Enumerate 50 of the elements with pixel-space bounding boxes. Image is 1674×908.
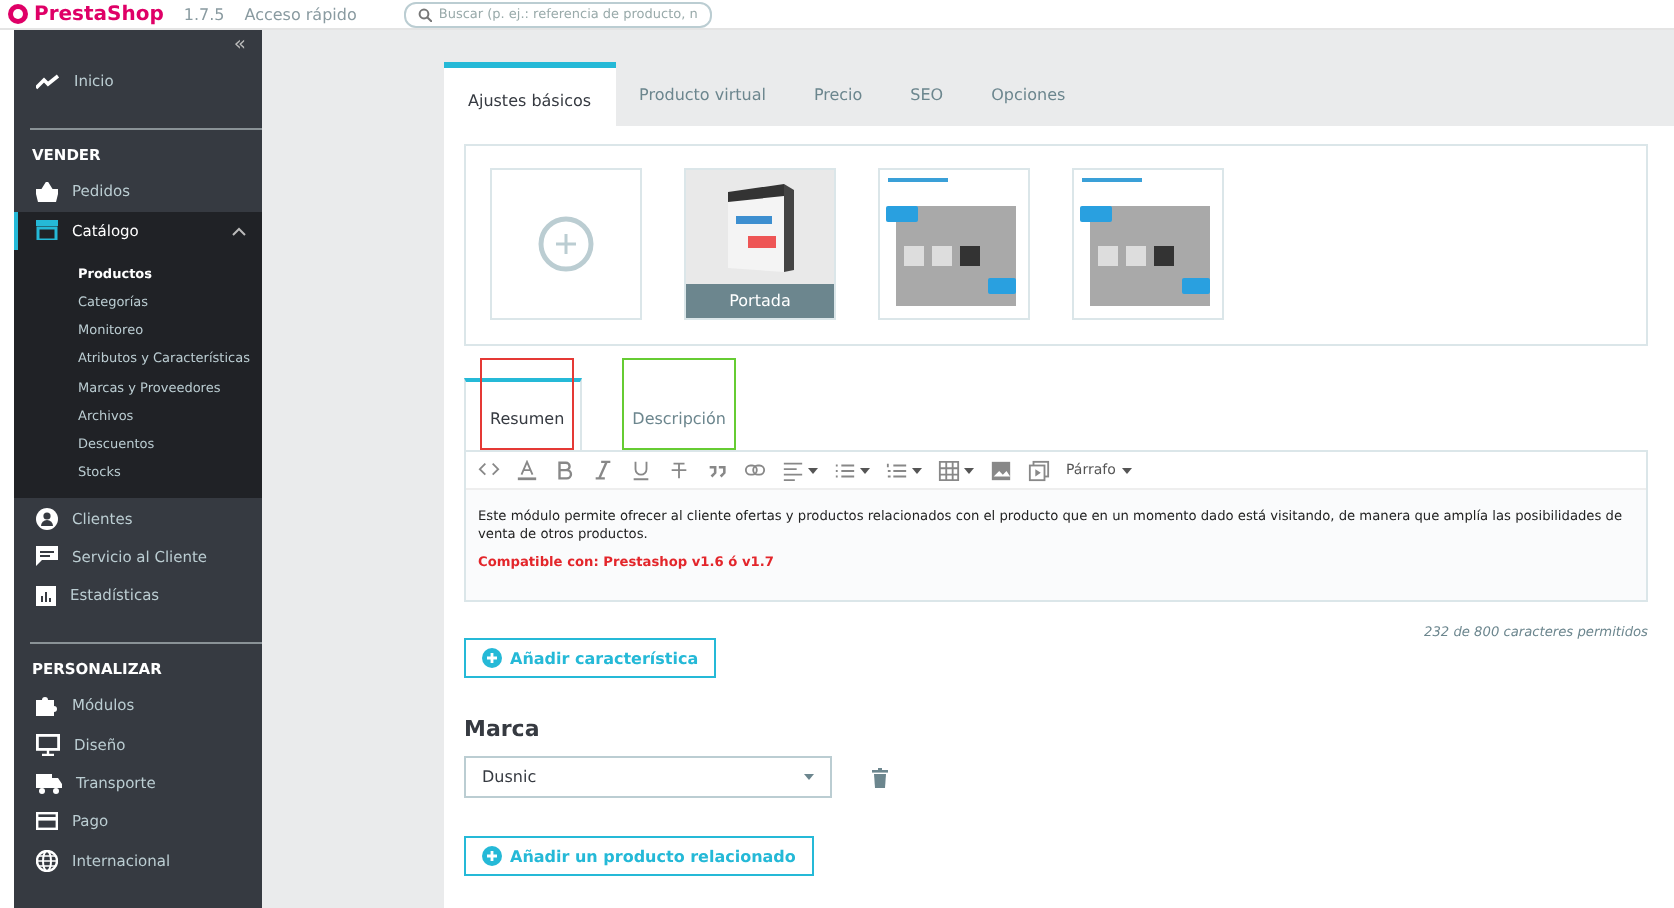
logo-text: PrestaShop (34, 3, 164, 25)
bullet-list-icon[interactable] (834, 459, 856, 481)
collapse-button[interactable]: « (233, 34, 246, 62)
caret-icon[interactable] (808, 467, 818, 473)
monitor-icon (36, 733, 60, 756)
chat-icon (36, 546, 58, 567)
screenshot-image[interactable] (878, 168, 1030, 320)
rich-text-editor[interactable] (464, 450, 1648, 602)
image-icon[interactable] (990, 459, 1012, 481)
bold-icon[interactable] (554, 459, 576, 481)
chart-icon (36, 585, 56, 606)
credit-card-icon (36, 812, 58, 831)
plus-circle-icon (538, 216, 594, 272)
basket-icon (36, 181, 58, 202)
user-icon (36, 507, 58, 530)
align-icon[interactable] (782, 459, 804, 481)
text-color-icon[interactable] (516, 459, 538, 481)
store-icon (36, 220, 58, 241)
screenshot-image[interactable] (1072, 168, 1224, 320)
globe-icon (36, 849, 58, 872)
caret-icon[interactable] (860, 467, 870, 473)
trash-icon[interactable] (872, 767, 888, 787)
cover-caption: Portada (686, 284, 834, 318)
caret-icon[interactable] (964, 467, 974, 473)
editor-tab[interactable]: Descripción (622, 358, 736, 450)
search-icon (418, 7, 433, 21)
truck-icon (36, 773, 62, 794)
brand-select[interactable]: Dusnic (464, 756, 832, 798)
italic-icon[interactable] (592, 459, 614, 481)
link-icon[interactable] (744, 459, 766, 481)
numbered-list-icon[interactable] (886, 459, 908, 481)
version-label: 1.7.5 (183, 5, 225, 23)
caret-icon (232, 225, 246, 236)
caret-icon (1121, 467, 1132, 473)
editor-tab[interactable]: Resumen (480, 358, 575, 450)
code-icon[interactable] (478, 459, 500, 481)
puzzle-icon (36, 694, 58, 717)
tab[interactable]: Ajustes básicos (444, 62, 616, 126)
underline-icon[interactable] (630, 459, 652, 481)
caret-icon[interactable] (912, 467, 922, 473)
add-image-tile[interactable] (490, 168, 642, 320)
table-icon[interactable] (938, 459, 960, 481)
product-image[interactable]: Portada (684, 168, 836, 320)
caret-icon (804, 774, 814, 780)
plus-circle-icon (482, 648, 502, 668)
media-icon[interactable] (1028, 459, 1050, 481)
trend-icon (36, 73, 60, 90)
section-title: Marca (464, 716, 542, 742)
strikethrough-icon[interactable] (668, 459, 690, 481)
plus-circle-icon (482, 846, 502, 866)
